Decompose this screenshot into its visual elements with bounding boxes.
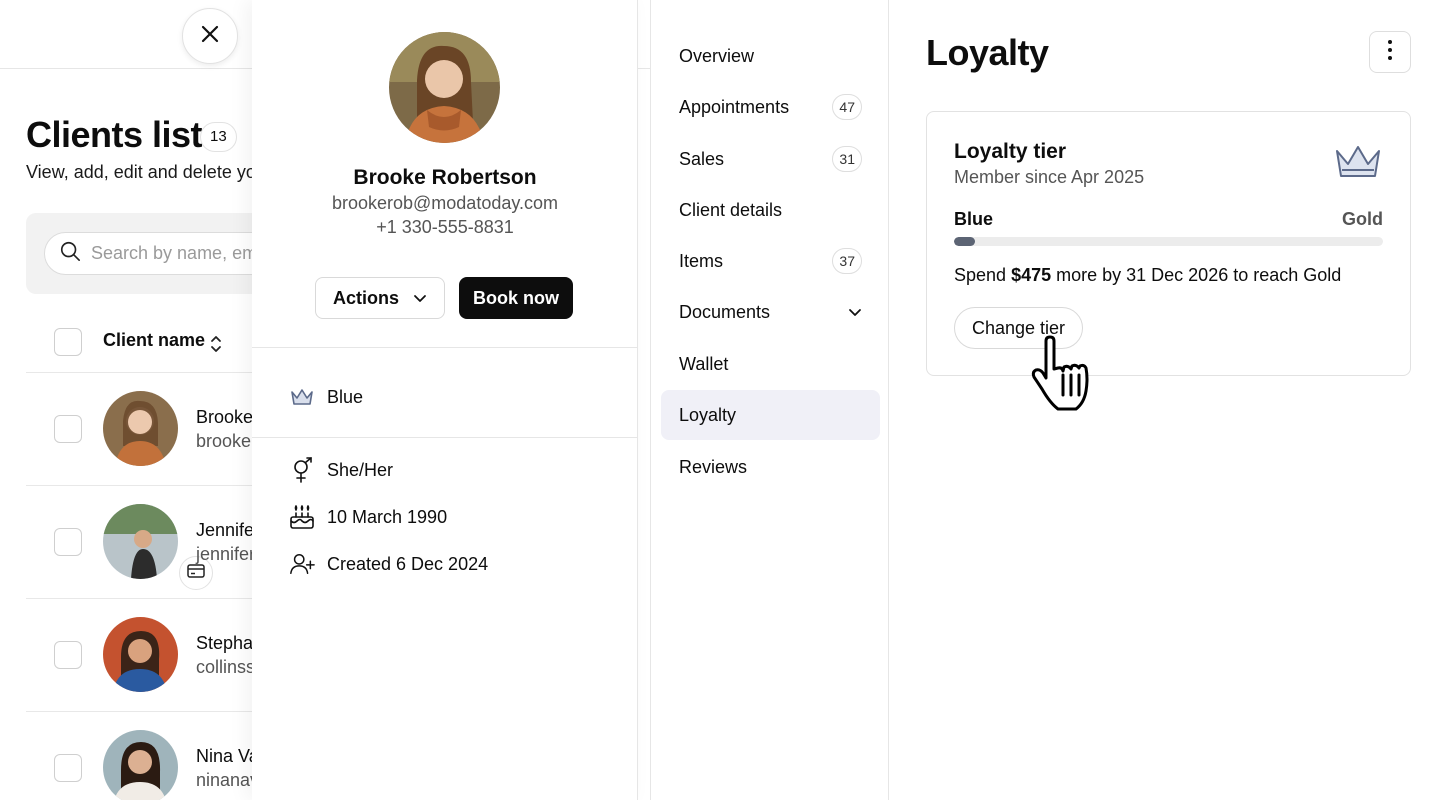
crown-icon	[1334, 142, 1382, 187]
profile-email: brookerob@modatoday.com	[331, 193, 559, 213]
nav-item-label: Overview	[679, 45, 755, 66]
profile-name: Brooke Robertson	[353, 166, 537, 189]
cake-icon	[289, 504, 315, 530]
profile-avatar	[389, 32, 500, 143]
nav-item-label: Wallet	[679, 353, 729, 374]
row-checkbox[interactable]	[54, 641, 82, 669]
tier-label: Blue	[327, 386, 364, 407]
divider	[252, 347, 638, 348]
nav-item-label: Reviews	[679, 456, 748, 477]
more-options-button[interactable]	[1369, 31, 1411, 73]
sort-icon[interactable]	[209, 334, 223, 359]
spend-suffix: more by 31 Dec 2026 to reach Gold	[1051, 265, 1342, 285]
divider	[252, 437, 638, 438]
nav-count-badge: 37	[832, 248, 862, 274]
chevron-down-icon[interactable]	[848, 302, 862, 323]
nav-item-label: Documents	[679, 301, 771, 322]
created-text: Created 6 Dec 2024	[327, 553, 489, 574]
client-name: Stepha	[196, 633, 254, 653]
hand-cursor-icon	[1028, 335, 1104, 418]
tier-progress-bar	[954, 237, 1383, 246]
nav-item-reviews[interactable]: Reviews	[661, 442, 880, 492]
nav-item-label: Sales	[679, 148, 725, 169]
search-icon	[59, 240, 81, 267]
avatar	[103, 391, 178, 466]
loyalty-section: Loyalty Loyalty tier Member since Apr 20…	[889, 0, 1440, 800]
nav-item-label: Appointments	[679, 96, 790, 117]
row-checkbox[interactable]	[54, 754, 82, 782]
nav-item-label: Client details	[679, 199, 783, 220]
spend-message: Spend $475 more by 31 Dec 2026 to reach …	[954, 265, 1341, 286]
avatar	[103, 617, 178, 692]
card-icon	[187, 563, 205, 583]
crown-icon	[289, 384, 315, 410]
tier-info: Blue	[289, 382, 363, 412]
client-email: collinss	[196, 657, 256, 677]
chevron-down-icon	[413, 288, 427, 309]
birthday-text: 10 March 1990	[327, 506, 448, 527]
spend-prefix: Spend	[954, 265, 1012, 285]
nav-item-client-details[interactable]: Client details	[661, 185, 880, 235]
created-info: Created 6 Dec 2024	[289, 549, 488, 579]
page-title: Clients list	[26, 114, 203, 155]
page-subtitle: View, add, edit and delete you	[26, 162, 266, 182]
client-count-badge: 13	[200, 122, 237, 152]
nav-item-documents[interactable]: Documents	[661, 287, 880, 337]
client-email: brooke	[196, 431, 252, 451]
tier-progress-fill	[954, 237, 976, 246]
nav-item-loyalty[interactable]: Loyalty	[661, 390, 880, 440]
row-checkbox[interactable]	[54, 528, 82, 556]
close-button[interactable]	[182, 8, 238, 64]
pronouns-text: She/Her	[327, 459, 394, 480]
kebab-icon	[1387, 39, 1393, 66]
client-name: Nina Va	[196, 746, 259, 766]
client-profile-panel: Brooke Robertson brookerob@modatoday.com…	[252, 0, 638, 800]
nav-item-items[interactable]: Items 37	[661, 236, 880, 286]
nav-item-label: Loyalty	[679, 404, 737, 425]
spend-amount: $475	[1011, 265, 1052, 285]
nav-item-wallet[interactable]: Wallet	[661, 339, 880, 389]
nav-item-label: Items	[679, 250, 724, 271]
client-name: Brooke	[196, 407, 254, 427]
profile-phone: +1 330-555-8831	[376, 217, 514, 237]
book-now-button[interactable]: Book now	[459, 277, 573, 319]
nav-item-sales[interactable]: Sales 31	[661, 134, 880, 184]
actions-label: Actions	[332, 287, 399, 308]
client-email: ninanav	[196, 770, 260, 790]
close-icon	[200, 24, 220, 49]
nav-count-badge: 47	[832, 94, 862, 120]
next-tier: Gold	[1342, 209, 1383, 229]
avatar	[103, 730, 178, 800]
user-add-icon	[289, 551, 315, 577]
gender-icon	[289, 457, 315, 483]
nav-count-badge: 31	[832, 146, 862, 172]
nav-item-overview[interactable]: Overview	[661, 31, 880, 81]
pronouns-info: She/Her	[289, 455, 393, 485]
actions-button[interactable]: Actions	[315, 277, 445, 319]
birthday-info: 10 March 1990	[289, 502, 447, 532]
member-since: Member since Apr 2025	[954, 167, 1145, 187]
avatar	[103, 504, 178, 579]
client-name: Jennife	[196, 520, 255, 540]
section-title: Loyalty	[926, 32, 1049, 73]
column-header-client-name[interactable]: Client name	[103, 330, 205, 351]
current-tier: Blue	[954, 209, 994, 229]
select-all-checkbox[interactable]	[54, 328, 82, 356]
profile-nav: Overview Appointments 47 Sales 31 Client…	[650, 0, 889, 800]
tier-card-title: Loyalty tier	[954, 140, 1067, 163]
client-email: jennifer	[196, 544, 256, 564]
loyalty-tier-card: Loyalty tier Member since Apr 2025 Blue …	[926, 111, 1411, 376]
row-checkbox[interactable]	[54, 415, 82, 443]
nav-item-appointments[interactable]: Appointments 47	[661, 82, 880, 132]
